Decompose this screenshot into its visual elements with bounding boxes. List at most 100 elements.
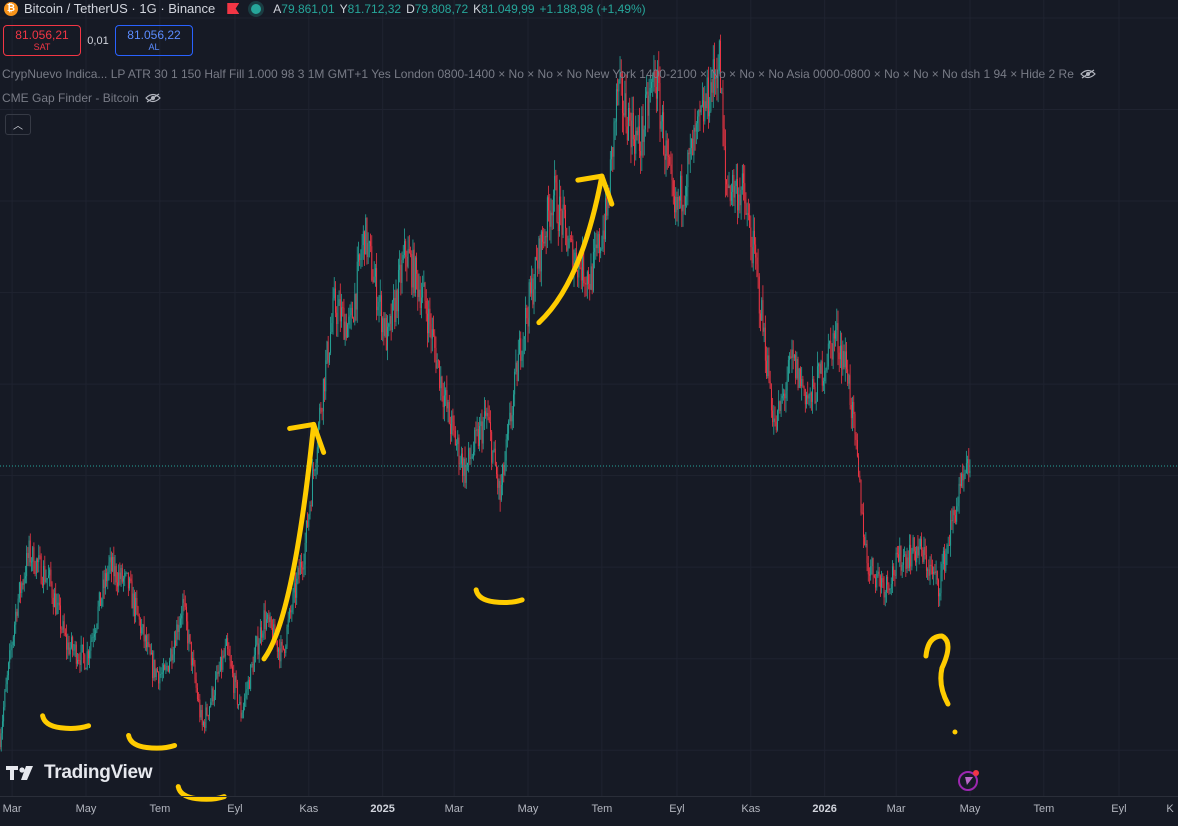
time-axis[interactable]: MarMayTemEylKas2025MarMayTemEylKas2026Ma…: [0, 796, 1178, 826]
candle-down: [775, 419, 776, 422]
price-chart[interactable]: [0, 0, 1178, 825]
candle-down: [776, 422, 777, 430]
indicator-cme-gap[interactable]: CME Gap Finder - Bitcoin: [2, 91, 161, 105]
candle-down: [893, 566, 894, 575]
candle-down: [302, 568, 303, 570]
lightning-icon[interactable]: [958, 771, 978, 791]
sell-button[interactable]: 81.056,21 SAT: [3, 25, 81, 56]
candle-down: [442, 377, 443, 396]
candle-down: [934, 572, 935, 573]
candle-up: [896, 553, 897, 576]
candle-up: [362, 245, 363, 258]
candle-down: [737, 179, 738, 210]
candle-down: [908, 557, 909, 568]
candle-down: [436, 348, 437, 368]
candle-down: [864, 537, 865, 545]
candle-down: [400, 265, 401, 283]
eye-slash-icon[interactable]: [145, 93, 161, 103]
candle-down: [811, 393, 812, 402]
candle-down: [708, 77, 709, 116]
candle-up: [467, 463, 468, 465]
candle-up: [559, 197, 560, 231]
candle-down: [706, 101, 707, 108]
candle-up: [38, 555, 39, 562]
candle-down: [612, 147, 613, 157]
candle-down: [284, 649, 285, 653]
candle-up: [747, 213, 748, 215]
candle-down: [340, 299, 341, 321]
candle-up: [904, 554, 905, 555]
x-tick-label: Eyl: [669, 803, 684, 815]
candle-down: [324, 379, 325, 392]
collapse-legend-button[interactable]: ︿: [5, 114, 31, 135]
market-status-icon[interactable]: [251, 4, 261, 14]
candle-up: [18, 599, 19, 616]
symbol-title[interactable]: Bitcoin / TetherUS · 1G · Binance: [24, 1, 215, 16]
candle-up: [575, 253, 576, 261]
candle-up: [615, 121, 616, 122]
candle-up: [347, 324, 348, 337]
candle-down: [862, 513, 863, 514]
candle-down: [932, 566, 933, 574]
candle-down: [723, 93, 724, 128]
candle-down: [376, 268, 377, 310]
candle-down: [290, 610, 291, 613]
candle-down: [35, 572, 36, 574]
candle-up: [432, 329, 433, 338]
candle-down: [670, 165, 671, 170]
candle-down: [152, 653, 153, 678]
candle-up: [835, 330, 836, 338]
candle-up: [317, 447, 318, 462]
candle-down: [581, 267, 582, 280]
candle-up: [593, 252, 594, 290]
candle-up: [287, 627, 288, 647]
candle-up: [399, 265, 400, 270]
candle-up: [521, 357, 522, 361]
candle-down: [122, 568, 123, 582]
candle-up: [99, 592, 100, 606]
candle-up: [87, 651, 88, 668]
candle-up: [494, 449, 495, 451]
candle-down: [228, 649, 229, 655]
candle-up: [645, 94, 646, 129]
buy-button[interactable]: 81.056,22 AL: [115, 25, 193, 56]
candle-down: [485, 411, 486, 416]
candle-down: [320, 408, 321, 411]
candle-down: [565, 210, 566, 228]
candle-up: [15, 612, 16, 625]
indicator-crypnuevo[interactable]: CrypNuevo Indica... LP ATR 30 1 150 Half…: [2, 67, 1152, 81]
candle-up: [638, 126, 639, 135]
candle-down: [922, 550, 923, 562]
candle-down: [511, 413, 512, 422]
candle-up: [4, 691, 5, 707]
candle-up: [680, 176, 681, 201]
eye-slash-icon[interactable]: [1080, 69, 1096, 79]
notification-dot: [973, 770, 979, 776]
tradingview-logo[interactable]: TradingView: [6, 762, 152, 784]
candle-up: [428, 309, 429, 334]
candle-down: [455, 431, 456, 446]
candle-up: [25, 576, 26, 578]
candle-down: [257, 636, 258, 654]
candle-down: [750, 227, 751, 247]
candle-up: [806, 395, 807, 404]
candle-up: [553, 195, 554, 215]
candle-up: [628, 108, 629, 140]
candle-down: [425, 283, 426, 301]
candle-down: [733, 175, 734, 198]
flag-icon[interactable]: [227, 3, 239, 14]
candle-up: [350, 315, 351, 317]
candle-up: [529, 282, 530, 326]
candle-up: [314, 470, 315, 471]
candle-down: [202, 710, 203, 725]
candle-down: [366, 218, 367, 257]
candle-up: [635, 131, 636, 154]
candle-up: [535, 257, 536, 289]
chart-root[interactable]: ₿ Bitcoin / TetherUS · 1G · Binance A79.…: [0, 0, 1178, 825]
candle-up: [255, 645, 256, 655]
candle-down: [664, 154, 665, 160]
candle-up: [312, 470, 313, 506]
candle-up: [472, 457, 473, 458]
candle-up: [953, 510, 954, 521]
candle-up: [54, 593, 55, 607]
